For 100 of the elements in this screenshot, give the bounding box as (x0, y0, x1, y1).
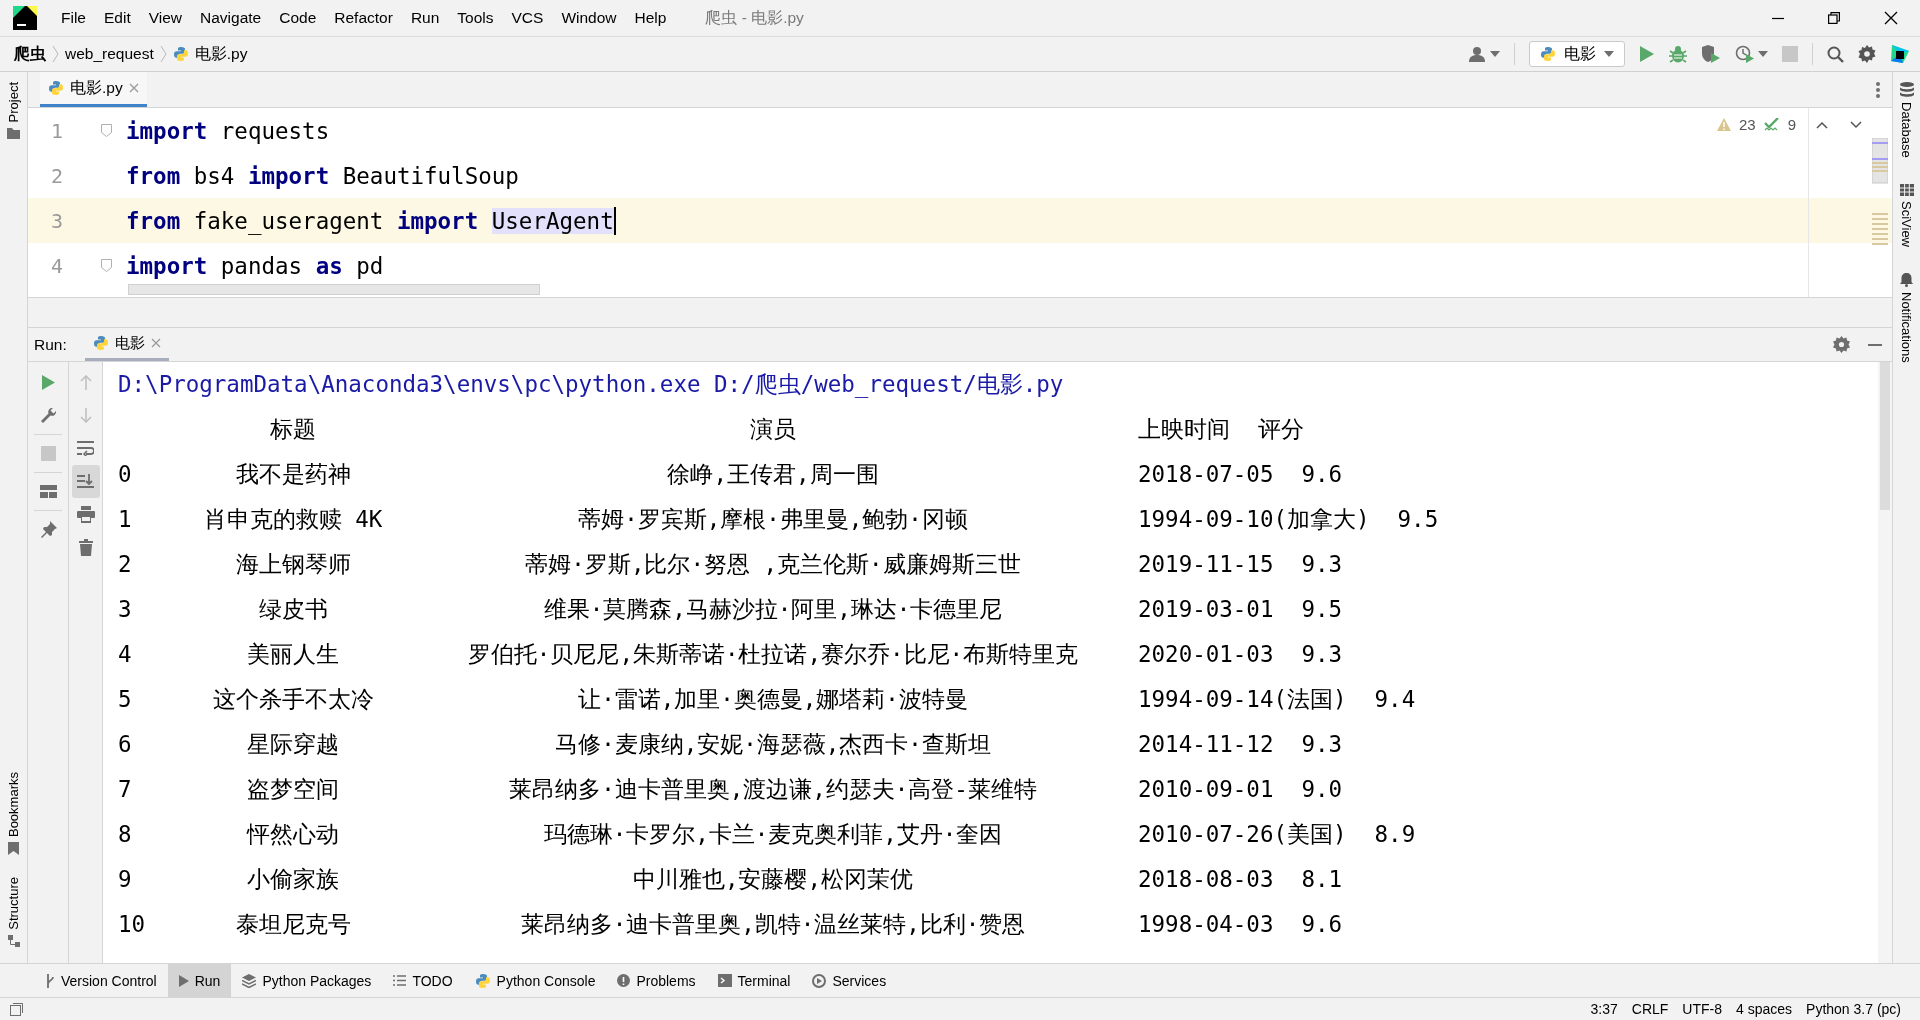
status-item[interactable]: Python 3.7 (pc) (1799, 1001, 1908, 1017)
more-icon[interactable] (1876, 81, 1880, 98)
vertical-scrollbar[interactable] (1880, 362, 1890, 510)
tool-window-button[interactable]: Python Console (463, 964, 607, 997)
bug-icon[interactable] (1669, 45, 1687, 63)
python-icon (92, 335, 109, 351)
close-tab-icon[interactable] (128, 83, 139, 93)
caret-icon (1758, 51, 1768, 57)
output-cell-text: 9.4 (1373, 685, 1416, 714)
output-cell-text: 盗梦空间 (246, 775, 340, 804)
breadcrumb-item[interactable]: web_request (65, 45, 154, 63)
warning-count[interactable]: 23 (1738, 116, 1756, 133)
output-cell-text: 怦然心动 (245, 820, 340, 849)
database-icon (1899, 82, 1914, 97)
menu-item[interactable]: Tools (448, 5, 503, 31)
editor-tab[interactable]: 电影.py (40, 72, 147, 107)
settings-icon[interactable] (1858, 45, 1876, 63)
status-item[interactable]: UTF-8 (1675, 1001, 1729, 1017)
output-cell-text: 马修·麦康纳,安妮·海瑟薇,杰西卡·查斯坦 (554, 730, 992, 759)
status-item[interactable]: 4 spaces (1729, 1001, 1800, 1017)
tool-window-button[interactable]: Project (0, 76, 27, 146)
row-index: 9 (118, 865, 133, 894)
run-icon[interactable] (1639, 45, 1655, 63)
tool-window-button[interactable]: Terminal (706, 964, 802, 997)
menu-item[interactable]: VCS (502, 5, 553, 31)
soft-wrap-icon[interactable] (77, 441, 94, 456)
menu-item[interactable]: Navigate (191, 5, 271, 31)
code-text: pandas (219, 252, 304, 279)
row-index: 7 (118, 775, 133, 804)
shield-run-icon[interactable] (1701, 45, 1721, 63)
menu-item[interactable]: Refactor (325, 5, 402, 31)
tool-window-button[interactable]: Structure (0, 871, 27, 953)
pin-icon[interactable] (39, 521, 57, 538)
tool-window-button[interactable]: Database (1893, 76, 1920, 164)
keyword-text: from (126, 162, 181, 189)
output-cell-text: 2010-09-01 (1137, 775, 1274, 804)
output-cell-text: 1994-09-10(加拿大) (1137, 505, 1370, 534)
row-index: 10 (118, 910, 147, 939)
bookmark-icon (8, 842, 19, 856)
output-cell-text: 莱昂纳多·迪卡普里奥,渡边谦,约瑟夫·高登-莱维特 (508, 775, 1038, 804)
tool-window-button[interactable]: Run (167, 964, 232, 997)
tool-window-button[interactable]: TODO (382, 964, 464, 997)
chevron-down-icon[interactable] (1850, 120, 1862, 129)
output-cell-text: 2018-07-05 (1137, 460, 1274, 489)
info-icon (617, 974, 631, 987)
close-icon[interactable] (1884, 11, 1898, 25)
menu-item[interactable]: View (139, 5, 192, 31)
line-number: 3 (49, 208, 64, 233)
tool-window-button[interactable]: Version Control (34, 964, 168, 997)
chevron-up-icon[interactable] (1816, 120, 1828, 129)
status-item[interactable]: 3:37 (1583, 1001, 1625, 1017)
menu-item[interactable]: Edit (95, 5, 140, 31)
breadcrumb-item[interactable]: 电影.py (194, 43, 248, 65)
status-item[interactable]: CRLF (1624, 1001, 1676, 1017)
horizontal-scrollbar[interactable] (128, 284, 540, 295)
menu-item[interactable]: Window (552, 5, 626, 31)
run-icon[interactable] (40, 374, 56, 391)
search-icon[interactable] (1827, 45, 1844, 63)
run-configuration-dropdown[interactable]: 电影 (1529, 41, 1625, 67)
arrow-up-icon (79, 375, 92, 390)
structure-icon (7, 935, 20, 947)
menu-item[interactable]: Help (625, 5, 676, 31)
settings-icon[interactable] (1833, 336, 1850, 353)
tool-window-button[interactable]: Services (801, 964, 898, 997)
tool-windows-toggle-icon[interactable] (10, 1002, 23, 1016)
tool-window-button[interactable]: Notifications (1893, 266, 1920, 369)
output-cell-text: 美丽人生 (246, 640, 340, 669)
tool-window-button[interactable]: Bookmarks (0, 766, 27, 862)
weak-warning-count[interactable]: 9 (1787, 116, 1796, 133)
toolbox-logo-icon[interactable] (1890, 44, 1910, 64)
output-cell-text: 8.1 (1300, 865, 1343, 894)
scroll-to-end-icon[interactable] (77, 474, 94, 489)
menu-item[interactable]: Code (270, 5, 326, 31)
wrench-icon[interactable] (39, 407, 57, 424)
run-tab[interactable]: 电影 (84, 328, 169, 361)
close-tab-icon[interactable] (150, 338, 161, 348)
tool-window-button[interactable]: Python Packages (231, 964, 383, 997)
output-cell-text: 罗伯托·贝尼尼,朱斯蒂诺·杜拉诺,赛尔乔·比尼·布斯特里克 (466, 640, 1080, 669)
tool-window-button[interactable]: Problems (606, 964, 707, 997)
output-cell-text: 维果·莫腾森,马赫沙拉·阿里,琳达·卡德里尼 (542, 595, 1004, 624)
output-cell-text: 泰坦尼克号 (234, 910, 352, 939)
python-file-icon (172, 46, 189, 62)
restore-icon[interactable] (1828, 12, 1840, 24)
trash-icon[interactable] (78, 539, 93, 556)
output-cell-text: 9.5 (1300, 595, 1343, 624)
breadcrumb-item[interactable]: 爬虫 (14, 43, 46, 65)
keyword-text: as (315, 252, 343, 279)
layout-icon[interactable] (39, 485, 57, 498)
user-icon[interactable] (1469, 46, 1487, 62)
run-icon (178, 974, 189, 987)
output-cell-text: 9.6 (1300, 910, 1343, 939)
output-cell-text: 这个杀手不太冷 (211, 685, 375, 714)
clock-run-icon[interactable] (1735, 45, 1755, 63)
command-line: D:\ProgramData\Anaconda3\envs\pc\python.exe D:/爬虫/web_request/电影.py (118, 370, 1065, 400)
tool-window-button[interactable]: SciView (1893, 177, 1920, 253)
output-cell-text: 9.3 (1300, 730, 1343, 759)
print-icon[interactable] (76, 506, 95, 523)
menu-item[interactable]: Run (401, 5, 449, 31)
output-cell-text: 小偷家族 (246, 865, 340, 894)
menu-item[interactable]: File (52, 5, 95, 31)
